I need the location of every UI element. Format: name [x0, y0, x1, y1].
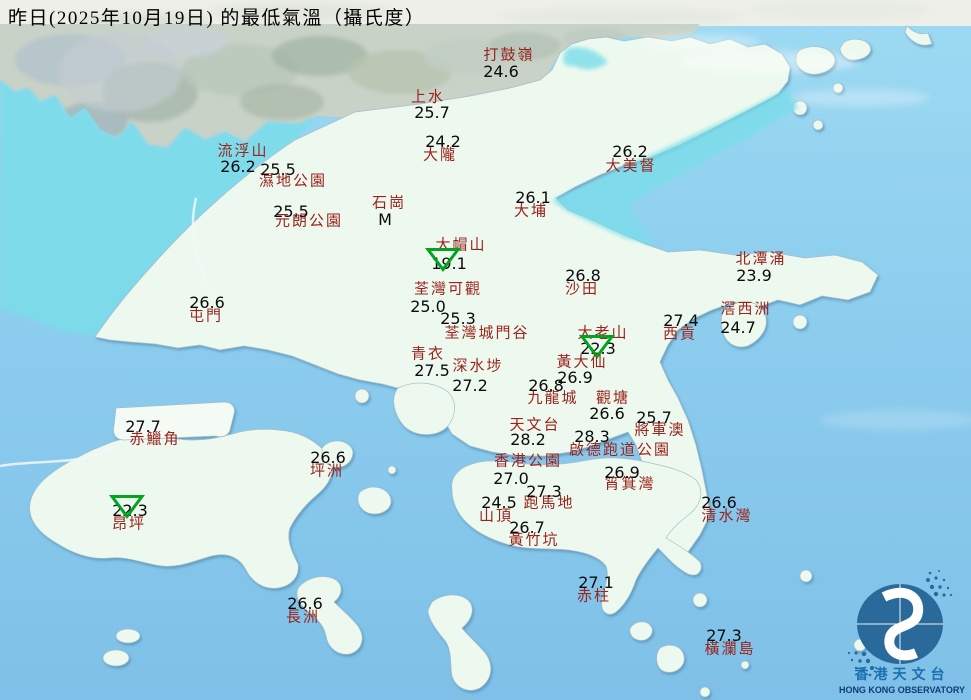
station-name-label: 滘西洲 — [720, 301, 772, 318]
station-temp-value: 22.3 — [112, 501, 148, 520]
station-temp-value: 27.1 — [578, 573, 614, 592]
station-temp-value: 26.8 — [528, 376, 564, 395]
station-name-label: 荃灣城門谷 — [444, 325, 530, 342]
station-temp-value: 27.3 — [706, 626, 742, 645]
station-temp-value: 27.2 — [452, 376, 488, 395]
station-temp-value: 27.3 — [526, 482, 562, 501]
station-temp-value: 24.2 — [425, 132, 461, 151]
station-temp-value: 23.9 — [736, 266, 772, 285]
station-temp-value: 27.4 — [663, 311, 699, 330]
station-temp-value: 25.3 — [440, 309, 476, 328]
station-temp-value: 26.1 — [515, 188, 551, 207]
station-temp-value: M — [378, 210, 392, 229]
station-temp-value: 19.1 — [431, 254, 467, 273]
hko-logo: 香港天文台 HONG KONG OBSERVATORY — [839, 570, 965, 695]
station-temp-value: 26.6 — [189, 293, 225, 312]
station-temp-value: 24.5 — [481, 493, 517, 512]
station-temp-value: 28.3 — [574, 427, 610, 446]
station-name-label: 香港公園 — [493, 453, 563, 470]
station-temp-value: 25.5 — [260, 160, 296, 179]
station-temp-value: 26.6 — [701, 493, 737, 512]
station-temp-value: 26.9 — [604, 463, 640, 482]
station-temp-value: 26.7 — [509, 518, 545, 537]
hko-logo-name-zh: 香港天文台 — [854, 666, 950, 683]
station-temp-value: 28.2 — [510, 430, 546, 449]
station-temp-value: 27.5 — [414, 361, 450, 380]
stations-layer: 打鼓嶺 24.6 上水 25.7 大隴 24.2 流浮山 26.2 濕地公園 25.5 元朗公園 25… — [0, 0, 971, 700]
station-temp-value: 26.6 — [589, 404, 625, 423]
station-temp-value: 26.2 — [612, 142, 648, 161]
station-name-label: 荃灣可觀 — [413, 281, 483, 298]
station-name-label: 大美督 — [605, 158, 657, 175]
station-temp-value: 26.8 — [565, 266, 601, 285]
hko-logo-emblem — [847, 570, 953, 678]
station-temp-value: 27.0 — [493, 469, 529, 488]
station-temp-value: 25.7 — [414, 103, 450, 122]
station-temp-value: 25.5 — [273, 202, 309, 221]
station-temp-value: 25.7 — [636, 408, 672, 427]
station-temp-value: 26.2 — [220, 157, 256, 176]
station-name-label: 深水埗 — [452, 358, 504, 375]
station-temp-value: 24.6 — [483, 62, 519, 81]
hko-logo-name-en: HONG KONG OBSERVATORY — [839, 685, 965, 695]
station-temp-value: 24.7 — [720, 318, 756, 337]
station-temp-value: 26.6 — [287, 594, 323, 613]
station-temp-value: 26.6 — [310, 448, 346, 467]
station-name-label: 大帽山 — [435, 237, 487, 254]
station-temp-value: 27.7 — [125, 417, 161, 436]
